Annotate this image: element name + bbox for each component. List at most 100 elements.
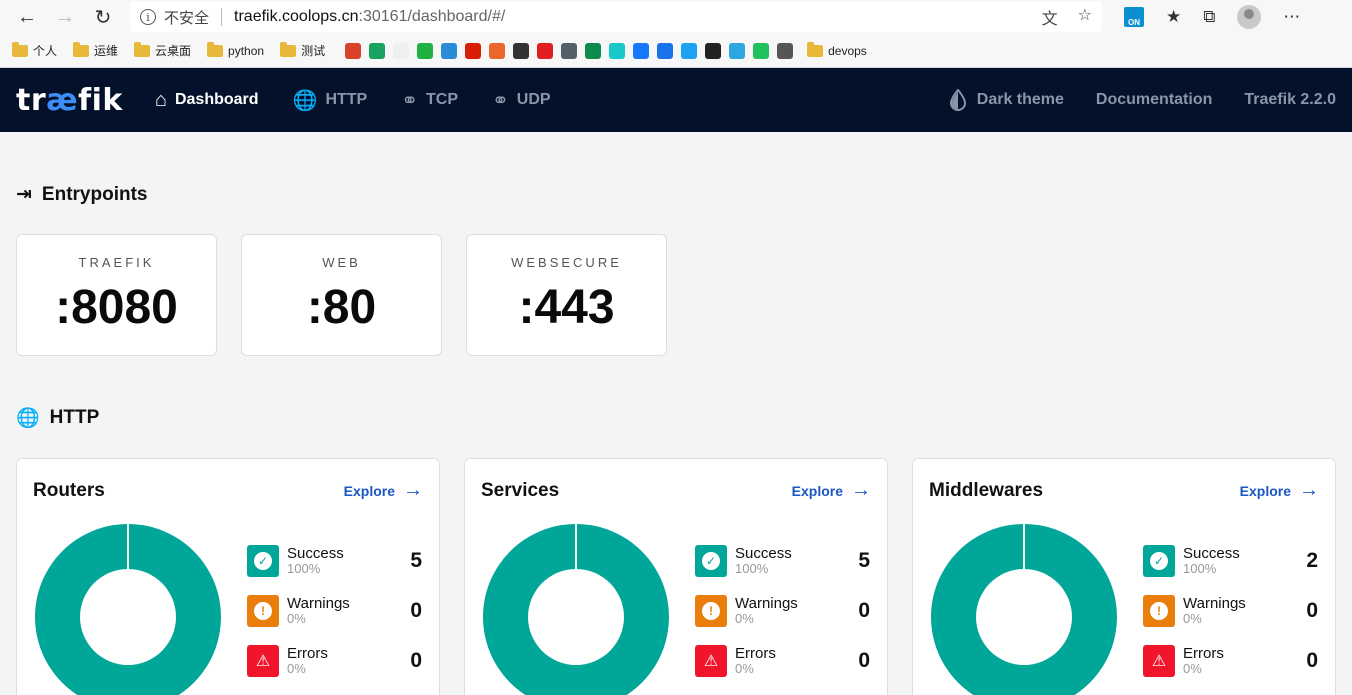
extension-on-icon[interactable]: ON <box>1124 7 1144 27</box>
error-triangle-icon: ⚠ <box>1143 645 1175 677</box>
http-heading: 🌐 HTTP <box>16 407 100 429</box>
insecure-label: 不安全 <box>164 9 210 27</box>
warning-icon: ! <box>247 595 279 627</box>
address-divider <box>221 8 223 26</box>
bookmark-favicon-icon[interactable] <box>393 42 410 59</box>
bookmark-favicons <box>341 42 797 59</box>
bookmark-folder[interactable]: 运维 <box>73 41 118 59</box>
folder-icon <box>207 41 224 57</box>
nav-http[interactable]: 🌐 HTTP <box>293 88 368 113</box>
success-stat: ✓ Success 100% 5 <box>247 536 422 586</box>
explore-link[interactable]: Explore → <box>1240 479 1319 502</box>
info-icon[interactable]: i <box>140 9 156 25</box>
entrypoint-card: WEBSECURE :443 <box>466 234 667 356</box>
translate-icon[interactable]: 文 <box>1042 5 1058 29</box>
bookmark-favicon-icon[interactable] <box>561 42 578 59</box>
bookmark-favicon-icon[interactable] <box>729 42 746 59</box>
favorites-icon[interactable]: ★ <box>1166 7 1181 27</box>
card-title: Services <box>481 479 560 501</box>
documentation-link[interactable]: Documentation <box>1096 91 1212 109</box>
entrypoint-name: WEBSECURE <box>511 255 622 270</box>
bookmark-folder[interactable]: 个人 <box>12 41 57 59</box>
bookmark-folder[interactable]: python <box>207 41 264 58</box>
forward-icon[interactable]: → <box>48 2 82 32</box>
bookmark-favicon-icon[interactable] <box>489 42 506 59</box>
address-bar[interactable]: i 不安全 traefik.coolops.cn:30161/dashboard… <box>130 2 1102 32</box>
favorite-star-icon[interactable]: ☆ <box>1078 5 1092 29</box>
success-stat: ✓ Success 100% 2 <box>1143 536 1318 586</box>
back-icon[interactable]: ← <box>10 2 44 32</box>
bookmark-favicon-icon[interactable] <box>585 42 602 59</box>
profile-avatar[interactable] <box>1237 5 1262 29</box>
bookmark-favicon-icon[interactable] <box>369 42 386 59</box>
entrypoint-port: :443 <box>518 281 615 334</box>
udp-icon: ⚭ <box>492 89 509 112</box>
more-menu-icon[interactable]: ⋯ <box>1283 7 1300 27</box>
bookmark-folder[interactable]: 测试 <box>280 41 325 59</box>
status-donut-chart <box>931 524 1117 695</box>
folder-icon <box>12 41 28 57</box>
traefik-logo[interactable]: træfik <box>16 83 123 118</box>
bookmark-favicon-icon[interactable] <box>513 42 530 59</box>
error-triangle-icon: ⚠ <box>695 645 727 677</box>
browser-chrome: ← → ↻ i 不安全 traefik.coolops.cn:30161/das… <box>0 0 1352 68</box>
folder-icon <box>73 41 90 57</box>
entrypoint-card: TRAEFIK :8080 <box>16 234 217 356</box>
url-path: :30161/dashboard/#/ <box>358 8 506 25</box>
bookmark-favicon-icon[interactable] <box>705 42 722 59</box>
nav-tcp[interactable]: ⚭ TCP <box>401 88 458 113</box>
arrow-right-icon: → <box>1299 479 1319 501</box>
bookmark-favicon-icon[interactable] <box>657 42 674 59</box>
bookmark-favicon-icon[interactable] <box>681 42 698 59</box>
success-check-icon: ✓ <box>695 545 727 577</box>
services-card: Services Explore → ✓ Success 100% 5 ! Warn… <box>464 458 888 695</box>
dark-theme-toggle[interactable]: Dark theme <box>949 89 1064 111</box>
folder-icon <box>807 41 824 57</box>
tcp-icon: ⚭ <box>401 89 418 112</box>
bookmark-favicon-icon[interactable] <box>777 42 794 59</box>
card-title: Routers <box>33 479 105 501</box>
status-donut-chart <box>483 524 669 695</box>
home-icon: ⌂ <box>154 88 167 111</box>
bookmark-favicon-icon[interactable] <box>465 42 482 59</box>
bookmark-folder[interactable]: 云桌面 <box>134 41 191 59</box>
error-triangle-icon: ⚠ <box>247 645 279 677</box>
version-label: Traefik 2.2.0 <box>1244 91 1336 108</box>
entry-arrow-icon: ⇥ <box>16 184 32 205</box>
explore-link[interactable]: Explore → <box>344 479 423 502</box>
success-stat: ✓ Success 100% 5 <box>695 536 870 586</box>
warnings-stat: ! Warnings 0% 0 <box>1143 586 1318 636</box>
success-check-icon: ✓ <box>1143 545 1175 577</box>
entrypoints-list: TRAEFIK :8080 WEB :80 WEBSECURE :443 <box>16 234 1336 356</box>
status-donut-chart <box>35 524 221 695</box>
bookmark-favicon-icon[interactable] <box>345 42 362 59</box>
entrypoint-port: :80 <box>306 281 377 334</box>
url-host: traefik.coolops.cn <box>234 8 359 25</box>
entrypoints-heading: ⇥ Entrypoints <box>16 183 148 206</box>
bookmark-favicon-icon[interactable] <box>417 42 434 59</box>
refresh-icon[interactable]: ↻ <box>86 2 120 32</box>
bookmark-favicon-icon[interactable] <box>537 42 554 59</box>
warnings-stat: ! Warnings 0% 0 <box>695 586 870 636</box>
arrow-right-icon: → <box>403 479 423 501</box>
bookmark-folder[interactable]: devops <box>807 41 867 58</box>
collections-icon[interactable]: ⧉ <box>1203 7 1215 27</box>
middlewares-card: Middlewares Explore → ✓ Success 100% 2 ! W… <box>912 458 1336 695</box>
address-row: ← → ↻ i 不安全 traefik.coolops.cn:30161/das… <box>0 0 1352 34</box>
success-check-icon: ✓ <box>247 545 279 577</box>
nav-dashboard[interactable]: ⌂ Dashboard <box>155 89 259 112</box>
card-title: Middlewares <box>929 479 1044 501</box>
explore-link[interactable]: Explore → <box>792 479 871 502</box>
warning-icon: ! <box>1143 595 1175 627</box>
errors-stat: ⚠ Errors 0% 0 <box>1143 636 1318 686</box>
main-content: ⇥ Entrypoints TRAEFIK :8080 WEB :80 WEBS… <box>0 183 1352 695</box>
bookmark-favicon-icon[interactable] <box>633 42 650 59</box>
globe-icon: 🌐 <box>16 408 40 429</box>
errors-stat: ⚠ Errors 0% 0 <box>247 636 422 686</box>
folder-icon <box>134 41 151 57</box>
bookmark-favicon-icon[interactable] <box>753 42 770 59</box>
bookmark-favicon-icon[interactable] <box>441 42 458 59</box>
nav-udp[interactable]: ⚭ UDP <box>492 88 551 113</box>
entrypoint-name: TRAEFIK <box>78 255 155 270</box>
bookmark-favicon-icon[interactable] <box>609 42 626 59</box>
